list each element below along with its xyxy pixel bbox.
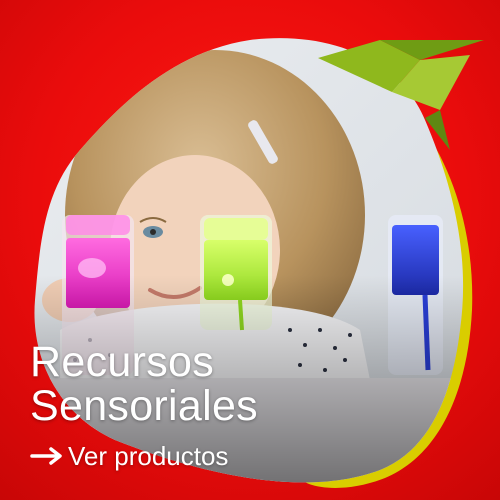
- category-banner[interactable]: Recursos Sensoriales Ver productos: [0, 0, 500, 500]
- view-products-link[interactable]: Ver productos: [30, 438, 228, 474]
- banner-title: Recursos Sensoriales: [30, 340, 258, 428]
- title-line-2: Sensoriales: [30, 382, 258, 430]
- view-products-label: Ver productos: [68, 440, 229, 471]
- arrow-right-icon: [30, 447, 62, 465]
- title-line-1: Recursos: [30, 338, 215, 386]
